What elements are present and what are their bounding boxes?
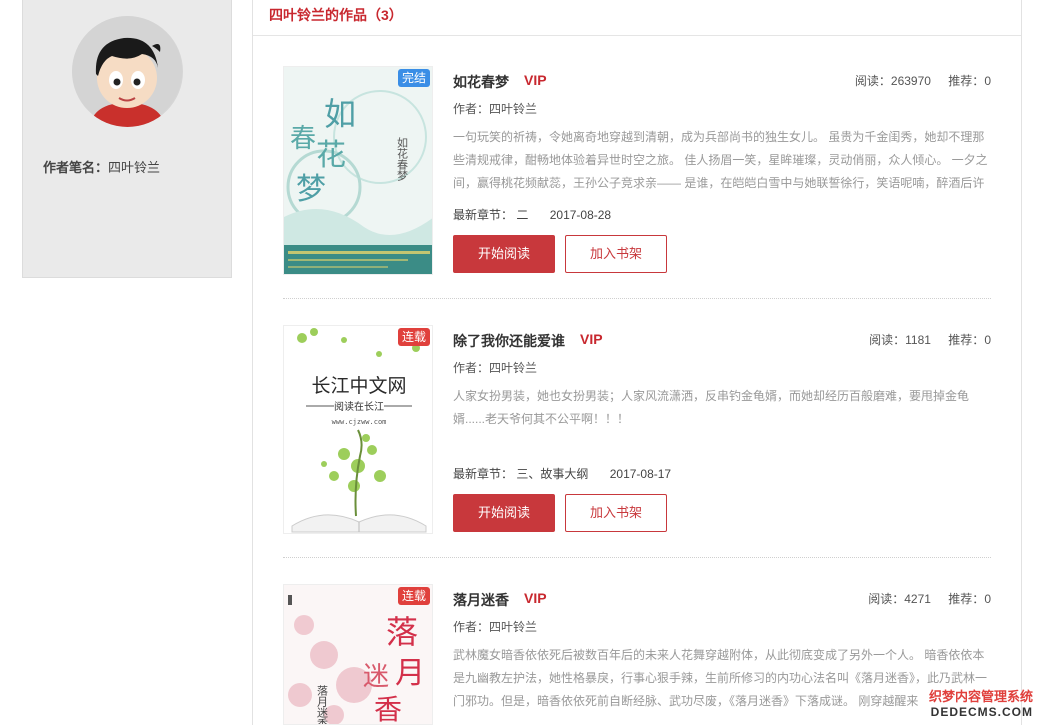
book-author-line: 作者：四叶铃兰 <box>453 359 537 376</box>
book-item: 如 花 春 梦 如花春梦 完结 如花春梦 VIP 阅读：263970 推荐：0 <box>283 66 991 299</box>
vip-badge: VIP <box>580 331 603 347</box>
latest-chapter-link[interactable]: 三、故事大纲 <box>516 467 588 481</box>
author-label: 作者： <box>453 620 490 634</box>
book-title[interactable]: 落月迷香 <box>453 590 509 610</box>
recommend-count: 0 <box>984 333 991 347</box>
add-to-shelf-button[interactable]: 加入书架 <box>565 235 667 273</box>
status-badge: 连载 <box>397 328 430 346</box>
status-badge: 完结 <box>397 69 430 87</box>
add-to-shelf-button[interactable]: 加入书架 <box>565 494 667 532</box>
author-name: 四叶铃兰 <box>489 102 538 116</box>
reads-count: 263970 <box>890 74 931 88</box>
author-label: 作者： <box>453 102 490 116</box>
cover-image-lyxm: 落 月 迷 香 落月迷香 <box>284 585 432 725</box>
works-header: 四叶铃兰的作品（3） <box>253 0 1021 36</box>
start-reading-button[interactable]: 开始阅读 <box>453 494 555 532</box>
book-item: 落 月 迷 香 落月迷香 连载 落月迷香 VIP 阅读：4271 推荐：0 作者… <box>283 584 991 725</box>
book-cover[interactable]: 落 月 迷 香 落月迷香 连载 <box>283 584 433 725</box>
svg-text:如花春梦: 如花春梦 <box>396 136 409 182</box>
divider <box>283 298 991 299</box>
watermark-en: DEDECMS.COM <box>930 705 1033 719</box>
reads-label: 阅读： <box>854 74 891 88</box>
cover-image-rhcm: 如 花 春 梦 如花春梦 <box>284 67 432 274</box>
author-panel: 作者笔名：四叶铃兰 <box>22 0 232 278</box>
latest-chapter-row: 最新章节： 三、故事大纲 2017-08-17 <box>453 465 671 482</box>
recommend-count: 0 <box>984 592 991 606</box>
book-info: 落月迷香 VIP 阅读：4271 推荐：0 作者：四叶铃兰 武林魔女暗香依依死后… <box>453 584 991 708</box>
book-info: 除了我你还能爱谁 VIP 阅读：1181 推荐：0 作者：四叶铃兰 人家女扮男装… <box>453 325 991 532</box>
pen-name-value: 四叶铃兰 <box>108 160 161 175</box>
latest-date: 2017-08-28 <box>549 208 612 222</box>
svg-text:迷: 迷 <box>363 662 389 692</box>
reads-label: 阅读： <box>868 592 905 606</box>
book-info: 如花春梦 VIP 阅读：263970 推荐：0 作者：四叶铃兰 一句玩笑的祈祷，… <box>453 66 991 273</box>
author-name: 四叶铃兰 <box>489 361 538 375</box>
cover-subtitle: 阅读在长江 <box>334 400 384 413</box>
svg-text:花: 花 <box>316 138 346 173</box>
site-watermark: 织梦内容管理系统 DEDECMS.COM <box>929 686 1033 719</box>
book-stats: 阅读：1181 推荐：0 <box>855 331 991 348</box>
cover-title: 落月迷香 <box>316 685 329 725</box>
latest-label: 最新章节： <box>453 208 514 222</box>
book-stats: 阅读：4271 推荐：0 <box>854 590 991 607</box>
book-title[interactable]: 如花春梦 <box>453 72 509 92</box>
book-description: 一句玩笑的祈祷，令她离奇地穿越到清朝，成为兵部尚书的独生女儿。 虽贵为千金闺秀，… <box>453 130 988 190</box>
cover-image-cjzww: 长江中文网 阅读在长江 www.cjzww.com <box>284 326 432 533</box>
avatar-illustration <box>72 16 182 127</box>
author-label: 作者： <box>453 361 490 375</box>
latest-label: 最新章节： <box>453 467 514 481</box>
book-item: 长江中文网 阅读在长江 www.cjzww.com 连载 除了我你还能爱谁 VI… <box>283 325 991 558</box>
status-badge: 连载 <box>397 587 430 605</box>
author-pen-name-row: 作者笔名：四叶铃兰 <box>43 157 160 176</box>
vip-badge: VIP <box>524 72 547 88</box>
start-reading-button[interactable]: 开始阅读 <box>453 235 555 273</box>
cover-url: www.cjzww.com <box>332 418 387 426</box>
recommend-count: 0 <box>984 74 991 88</box>
author-avatar[interactable] <box>72 16 183 127</box>
latest-date: 2017-08-17 <box>609 467 672 481</box>
svg-text:如: 如 <box>324 95 356 133</box>
vip-badge: VIP <box>524 590 547 606</box>
book-author-line: 作者：四叶铃兰 <box>453 618 537 635</box>
watermark-cn: 织梦内容管理系统 <box>928 689 1033 704</box>
latest-chapter-row: 最新章节： 二 2017-08-28 <box>453 206 611 223</box>
book-stats: 阅读：263970 推荐：0 <box>841 72 991 89</box>
pen-name-label: 作者笔名： <box>43 160 109 175</box>
author-name: 四叶铃兰 <box>489 620 538 634</box>
works-panel: 四叶铃兰的作品（3） 如 花 春 梦 如花春梦 完结 如花春梦 VIP 阅读：2… <box>252 0 1022 725</box>
book-author-line: 作者：四叶铃兰 <box>453 100 537 117</box>
latest-chapter-link[interactable]: 二 <box>516 208 528 222</box>
reads-label: 阅读： <box>869 333 906 347</box>
book-description: 人家女扮男装，她也女扮男装；人家风流潇洒，反串钓金龟婿，而她却经历百般磨难，要甩… <box>453 389 970 426</box>
svg-text:梦: 梦 <box>296 172 326 207</box>
book-cover[interactable]: 如 花 春 梦 如花春梦 完结 <box>283 66 433 275</box>
reads-count: 4271 <box>904 592 931 606</box>
svg-text:香: 香 <box>374 693 402 725</box>
book-title[interactable]: 除了我你还能爱谁 <box>453 331 565 351</box>
svg-text:春: 春 <box>290 124 316 154</box>
book-cover[interactable]: 长江中文网 阅读在长江 www.cjzww.com 连载 <box>283 325 433 534</box>
cover-title: 长江中文网 <box>311 375 406 397</box>
recommend-label: 推荐： <box>948 592 985 606</box>
svg-text:落: 落 <box>386 613 418 651</box>
svg-text:月: 月 <box>395 656 425 691</box>
divider <box>283 557 991 558</box>
reads-count: 1181 <box>905 333 931 347</box>
recommend-label: 推荐： <box>948 74 985 88</box>
book-description: 武林魔女暗香依依死后被数百年后的未来人花舞穿越附体，从此彻底变成了另外一个人。 … <box>453 648 988 708</box>
recommend-label: 推荐： <box>948 333 985 347</box>
